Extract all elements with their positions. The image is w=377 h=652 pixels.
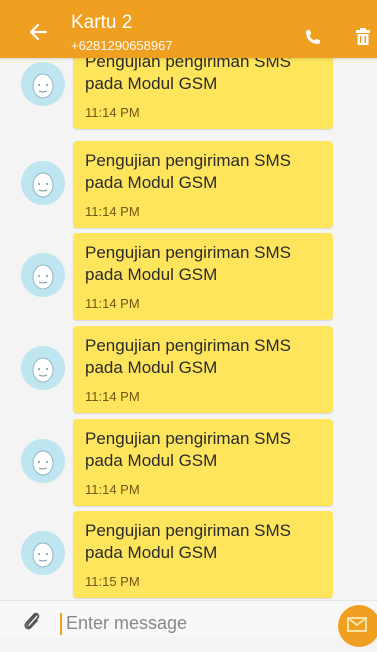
message-time: 11:14 PM bbox=[85, 204, 140, 219]
text-cursor bbox=[60, 613, 62, 635]
message-time: 11:14 PM bbox=[85, 296, 140, 311]
message-bubble[interactable]: Pengujian pengiriman SMS pada Modul GSM … bbox=[73, 58, 333, 129]
message-text: Pengujian pengiriman SMS pada Modul GSM bbox=[85, 151, 292, 192]
message-item[interactable]: Pengujian pengiriman SMS pada Modul GSM … bbox=[0, 419, 377, 507]
contact-number: +6281290658967 bbox=[71, 38, 173, 53]
send-envelope-icon bbox=[347, 617, 367, 632]
paperclip-icon[interactable] bbox=[22, 611, 42, 633]
message-list[interactable]: Pengujian pengiriman SMS pada Modul GSM … bbox=[0, 58, 377, 600]
app-bar: Kartu 2 +6281290658967 bbox=[0, 0, 377, 58]
message-text: Pengujian pengiriman SMS pada Modul GSM bbox=[85, 429, 292, 470]
message-bubble[interactable]: Pengujian pengiriman SMS pada Modul GSM … bbox=[73, 141, 333, 228]
message-bubble[interactable]: Pengujian pengiriman SMS pada Modul GSM … bbox=[73, 419, 333, 506]
message-input[interactable]: Enter message bbox=[66, 613, 187, 634]
message-item[interactable]: Pengujian pengiriman SMS pada Modul GSM … bbox=[0, 511, 377, 599]
contact-avatar-icon bbox=[21, 161, 65, 205]
message-item[interactable]: Pengujian pengiriman SMS pada Modul GSM … bbox=[0, 58, 377, 130]
message-text: Pengujian pengiriman SMS pada Modul GSM bbox=[85, 336, 292, 377]
message-text: Pengujian pengiriman SMS pada Modul GSM bbox=[85, 521, 292, 562]
phone-icon[interactable] bbox=[304, 28, 322, 46]
message-time: 11:14 PM bbox=[85, 482, 140, 497]
contact-avatar-icon bbox=[21, 531, 65, 575]
message-time: 11:15 PM bbox=[85, 574, 140, 589]
contact-avatar-icon bbox=[21, 62, 65, 106]
message-bubble[interactable]: Pengujian pengiriman SMS pada Modul GSM … bbox=[73, 511, 333, 598]
trash-icon[interactable] bbox=[354, 28, 372, 46]
contact-avatar-icon bbox=[21, 439, 65, 483]
contact-avatar-icon bbox=[21, 253, 65, 297]
message-time: 11:14 PM bbox=[85, 105, 140, 120]
message-item[interactable]: Pengujian pengiriman SMS pada Modul GSM … bbox=[0, 233, 377, 321]
send-button[interactable] bbox=[338, 605, 377, 647]
back-arrow-icon[interactable] bbox=[28, 22, 48, 42]
contact-avatar-icon bbox=[21, 346, 65, 390]
message-item[interactable]: Pengujian pengiriman SMS pada Modul GSM … bbox=[0, 326, 377, 414]
message-text: Pengujian pengiriman SMS pada Modul GSM bbox=[85, 58, 292, 93]
message-text: Pengujian pengiriman SMS pada Modul GSM bbox=[85, 243, 292, 284]
message-bubble[interactable]: Pengujian pengiriman SMS pada Modul GSM … bbox=[73, 326, 333, 413]
contact-name: Kartu 2 bbox=[71, 12, 133, 33]
message-bubble[interactable]: Pengujian pengiriman SMS pada Modul GSM … bbox=[73, 233, 333, 320]
message-item[interactable]: Pengujian pengiriman SMS pada Modul GSM … bbox=[0, 141, 377, 229]
message-composer: Enter message bbox=[0, 600, 377, 647]
message-time: 11:14 PM bbox=[85, 389, 140, 404]
